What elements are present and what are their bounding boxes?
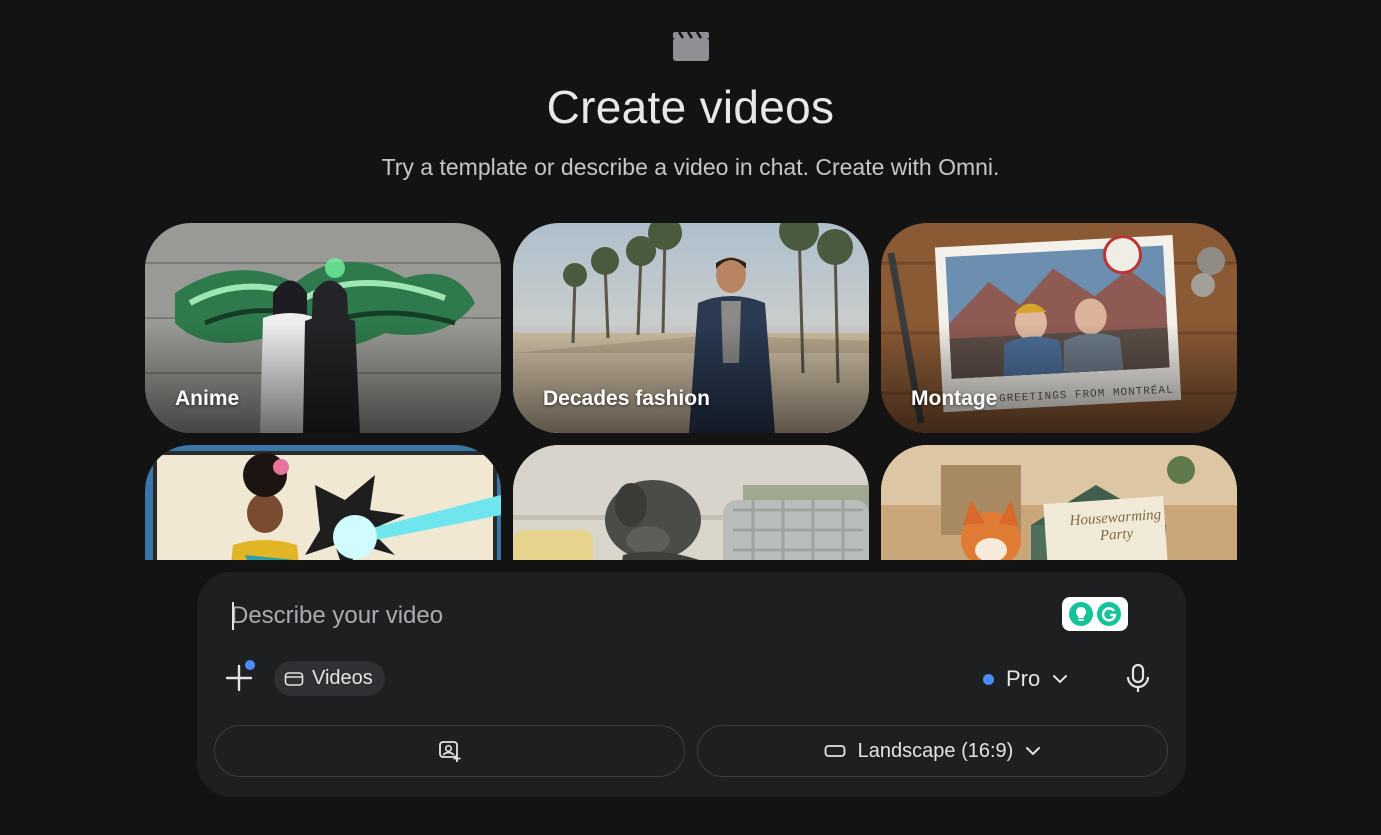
- grammarly-widget[interactable]: [1062, 597, 1128, 631]
- dog-thumbnail: [513, 445, 869, 560]
- aspect-ratio-selector[interactable]: Landscape (16:9): [697, 725, 1168, 777]
- template-label: Decades fashion: [543, 387, 710, 410]
- chevron-down-icon: [1026, 747, 1041, 756]
- card-shade: [145, 323, 501, 433]
- model-status-dot: [983, 673, 994, 685]
- prompt-composer: Videos Pro Landscape (16:9): [197, 572, 1186, 797]
- template-label: Anime: [175, 387, 240, 410]
- template-card-decades-fashion[interactable]: Decades fashion: [513, 223, 869, 433]
- text-caret: [232, 602, 234, 630]
- template-grid: Anime Decades fashion GREETINGS FROM MON…: [145, 223, 1237, 560]
- prompt-input[interactable]: [231, 598, 1011, 634]
- landscape-icon: [824, 745, 846, 757]
- template-label: Montage: [911, 387, 998, 410]
- clapperboard-icon: [673, 31, 709, 61]
- notification-dot: [245, 660, 255, 670]
- card-shade: [881, 323, 1237, 433]
- card-shade: [513, 323, 869, 433]
- model-selector[interactable]: Pro: [983, 664, 1068, 694]
- add-image-button[interactable]: [214, 725, 685, 777]
- template-card-montage[interactable]: GREETINGS FROM MONTRÉAL Montage: [881, 223, 1237, 433]
- video-icon: [284, 671, 304, 686]
- aspect-ratio-label: Landscape (16:9): [857, 739, 1014, 762]
- videos-tool-chip[interactable]: Videos: [274, 661, 385, 696]
- comic-thumbnail: [145, 445, 501, 560]
- grammarly-icon: [1097, 602, 1121, 626]
- chevron-down-icon: [1053, 675, 1068, 684]
- template-card-housewarming[interactable]: Housewarming Party: [881, 445, 1237, 560]
- microphone-icon[interactable]: [1124, 663, 1152, 693]
- template-card-comic[interactable]: [145, 445, 501, 560]
- add-image-icon: [438, 741, 460, 762]
- videos-chip-label: Videos: [312, 667, 373, 689]
- template-card-dog[interactable]: [513, 445, 869, 560]
- page-title: Create videos: [546, 81, 835, 133]
- template-card-anime[interactable]: Anime: [145, 223, 501, 433]
- page-subtitle: Try a template or describe a video in ch…: [381, 154, 1000, 180]
- model-label: Pro: [1006, 666, 1041, 691]
- lightbulb-icon: [1069, 602, 1093, 626]
